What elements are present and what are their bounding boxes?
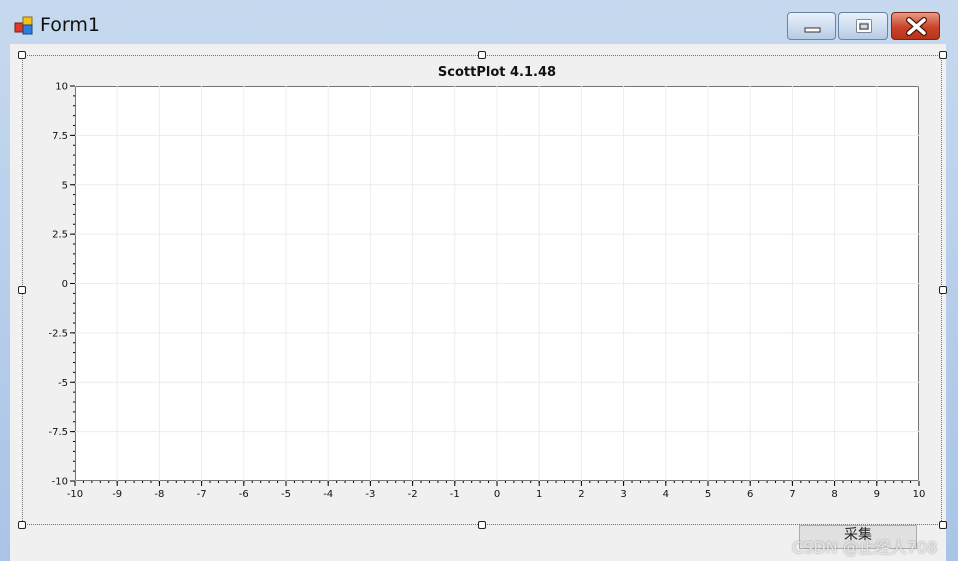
y-tick-label: -7.5 xyxy=(48,427,68,438)
x-tick-label: 5 xyxy=(705,489,711,500)
x-tick-label: 6 xyxy=(747,489,753,500)
y-tick-label: 10 xyxy=(55,82,68,93)
x-tick-label: -5 xyxy=(281,489,291,500)
x-tick-label: 10 xyxy=(913,489,926,500)
x-tick-label: -6 xyxy=(239,489,249,500)
x-tick-label: -1 xyxy=(450,489,460,500)
x-tick-label: 9 xyxy=(874,489,880,500)
chart-svg: -10 -9 -8 -7 -6 -5 -4 -3 -2 -1 0 1 2 3 4 5 6 7 8 9 10107.552… xyxy=(48,82,926,501)
x-tick-label: 8 xyxy=(831,489,837,500)
x-tick-label: 1 xyxy=(536,489,542,500)
y-tick-label: -5 xyxy=(58,378,68,389)
x-tick-label: 7 xyxy=(789,489,795,500)
x-tick-label: 0 xyxy=(494,489,500,500)
x-tick-label: -3 xyxy=(365,489,375,500)
y-tick-label: -10 xyxy=(52,477,68,488)
x-tick-label: 3 xyxy=(620,489,626,500)
y-tick-label: -2.5 xyxy=(48,328,68,339)
y-tick-label: 7.5 xyxy=(52,131,68,142)
x-tick-label: -9 xyxy=(112,489,122,500)
y-tick-label: 2.5 xyxy=(52,230,68,241)
x-tick-label: -4 xyxy=(323,489,333,500)
watermark-text: CSDN @止经人708 xyxy=(792,538,938,557)
x-tick-label: -2 xyxy=(408,489,418,500)
app-window: Form1 ScottPlot 4.1.48 -10 -9-8 -7 -6 -5… xyxy=(0,0,958,561)
x-tick-label: -8 xyxy=(154,489,164,500)
x-tick-label: -10 xyxy=(67,489,83,500)
x-tick-label: -7 xyxy=(197,489,207,500)
y-tick-label: 5 xyxy=(62,180,68,191)
x-tick-label: 4 xyxy=(663,489,669,500)
x-tick-label: 2 xyxy=(578,489,584,500)
y-tick-label: 0 xyxy=(62,279,68,290)
